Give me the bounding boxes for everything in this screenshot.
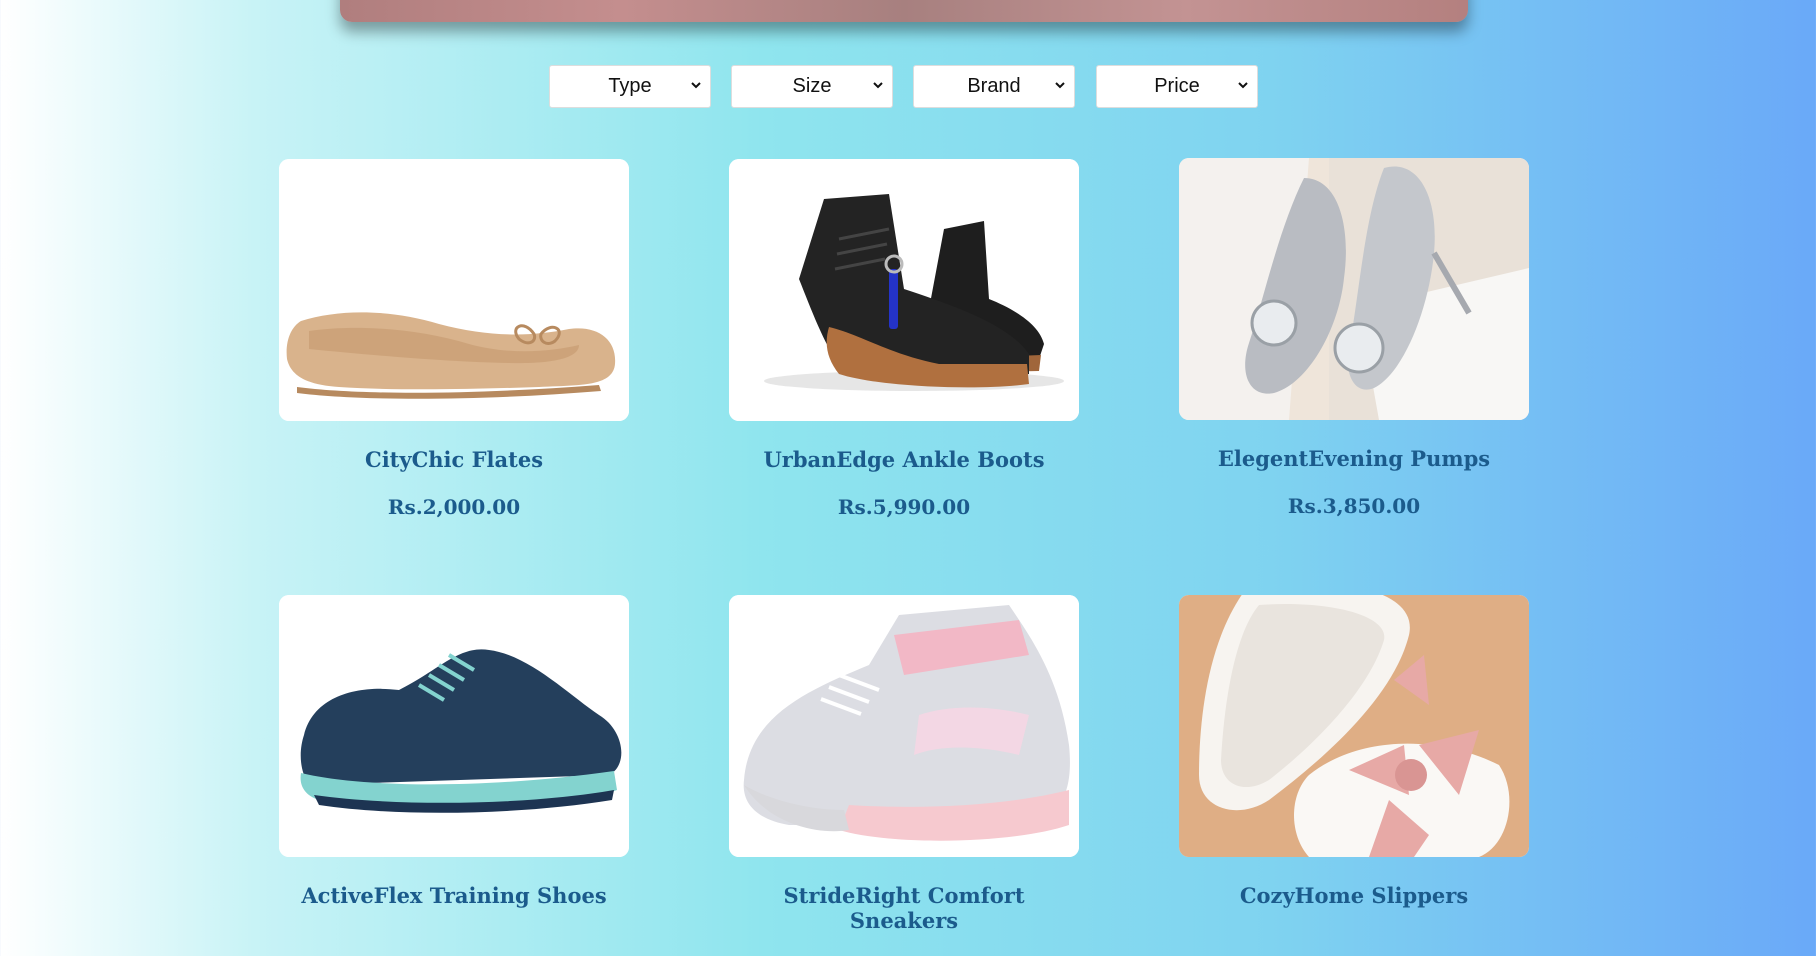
price-filter-label: Price [1154,75,1200,97]
chevron-down-icon [691,82,701,89]
product-name[interactable]: StrideRight Comfort Sneakers [729,883,1079,933]
chevron-down-icon [1055,82,1065,89]
product-card[interactable]: CozyHome Slippers [1179,595,1529,931]
product-image-slippers[interactable] [1179,595,1529,857]
product-card[interactable]: StrideRight Comfort Sneakers [729,595,1079,956]
product-image-training-shoes[interactable] [279,595,629,857]
product-price: Rs.5,990.00 [837,495,971,519]
product-price: Rs.2,000.00 [387,495,521,519]
product-name[interactable]: CityChic Flates [279,447,629,472]
brand-filter-select[interactable]: Brand [913,65,1075,108]
size-filter-select[interactable]: Size [731,65,893,108]
hero-banner-image [340,0,1468,22]
product-name[interactable]: ElegentEvening Pumps [1179,446,1529,471]
type-filter-select[interactable]: Type [549,65,711,108]
product-image-sneakers[interactable] [729,595,1079,857]
product-card[interactable]: CityChic Flates Rs.2,000.00 [279,159,629,519]
product-card[interactable]: ActiveFlex Training Shoes [279,595,629,931]
product-card[interactable]: ElegentEvening Pumps Rs.3,850.00 [1179,158,1529,518]
product-image-ankle-boots[interactable] [729,159,1079,421]
product-card[interactable]: UrbanEdge Ankle Boots Rs.5,990.00 [729,159,1079,519]
product-name[interactable]: ActiveFlex Training Shoes [279,883,629,908]
brand-filter-label: Brand [967,75,1021,97]
product-price: Rs.3,850.00 [1287,494,1421,518]
price-filter-select[interactable]: Price [1096,65,1258,108]
filter-bar: Type Size Brand Price [0,65,1816,110]
chevron-down-icon [1238,82,1248,89]
chevron-down-icon [873,82,883,89]
product-name[interactable]: UrbanEdge Ankle Boots [729,447,1079,472]
product-image-pumps[interactable] [1179,158,1529,420]
product-image-flats[interactable] [279,159,629,421]
product-name[interactable]: CozyHome Slippers [1179,883,1529,908]
type-filter-label: Type [608,75,652,97]
size-filter-label: Size [792,75,832,97]
